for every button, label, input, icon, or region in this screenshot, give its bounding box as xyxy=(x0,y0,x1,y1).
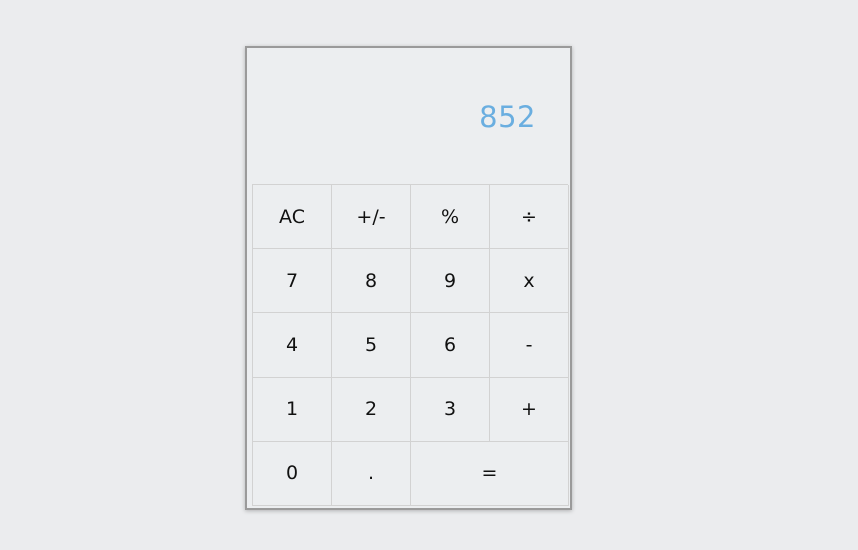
percent-button[interactable]: % xyxy=(411,185,490,250)
divide-button[interactable]: ÷ xyxy=(490,185,569,250)
subtract-button[interactable]: - xyxy=(490,313,569,378)
display-value: 852 xyxy=(479,100,536,134)
digit-1-button[interactable]: 1 xyxy=(253,377,332,442)
digit-9-button[interactable]: 9 xyxy=(411,249,490,314)
digit-5-button[interactable]: 5 xyxy=(332,313,411,378)
multiply-button[interactable]: x xyxy=(490,249,569,314)
decimal-button[interactable]: . xyxy=(332,441,411,506)
digit-3-button[interactable]: 3 xyxy=(411,377,490,442)
equals-button[interactable]: = xyxy=(411,441,569,506)
digit-6-button[interactable]: 6 xyxy=(411,313,490,378)
display: 852 xyxy=(247,48,570,184)
sign-toggle-button[interactable]: +/- xyxy=(332,185,411,250)
digit-7-button[interactable]: 7 xyxy=(253,249,332,314)
keypad: AC +/- % ÷ 7 8 9 x 4 5 6 - 1 2 3 + 0 . = xyxy=(252,184,569,506)
digit-8-button[interactable]: 8 xyxy=(332,249,411,314)
digit-2-button[interactable]: 2 xyxy=(332,377,411,442)
digit-0-button[interactable]: 0 xyxy=(253,441,332,506)
calculator: 852 AC +/- % ÷ 7 8 9 x 4 5 6 - 1 2 3 + 0… xyxy=(245,46,572,510)
add-button[interactable]: + xyxy=(490,377,569,442)
digit-4-button[interactable]: 4 xyxy=(253,313,332,378)
all-clear-button[interactable]: AC xyxy=(253,185,332,250)
